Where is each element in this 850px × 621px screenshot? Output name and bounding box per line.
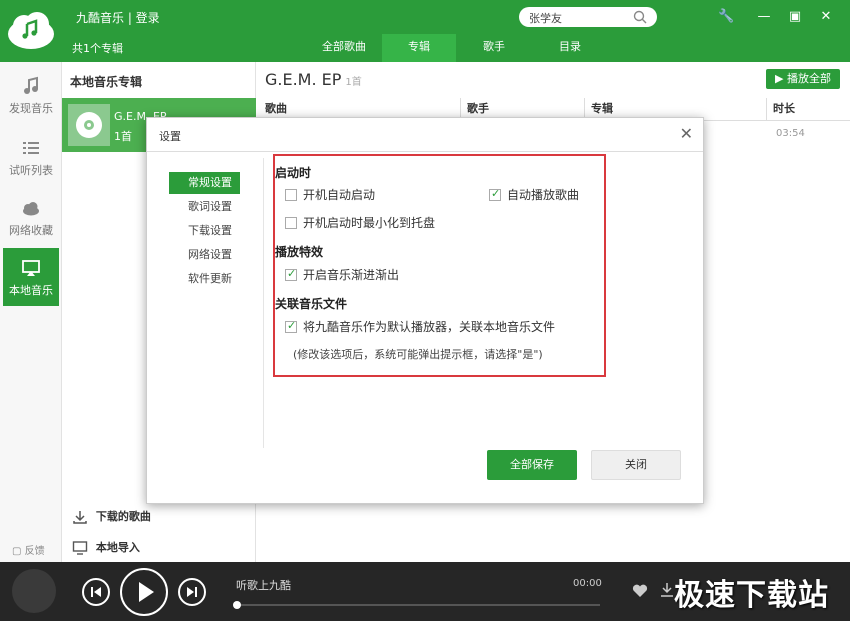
feedback-icon: ▢ — [12, 546, 22, 557]
section-title-startup: 启动时 — [275, 166, 312, 180]
section-title-effects: 播放特效 — [275, 245, 324, 259]
checkbox-checked[interactable] — [285, 319, 297, 333]
local-import-label: 本地导入 — [95, 541, 140, 554]
fade-label: 开启音乐渐进渐出 — [303, 268, 400, 282]
previous-button[interactable] — [82, 578, 110, 606]
search-input[interactable]: 张学友 — [519, 7, 657, 27]
dialog-nav-update[interactable]: 软件更新 — [169, 268, 240, 290]
play-all-button[interactable]: ▶ 播放全部 — [766, 69, 840, 89]
current-time: 00:00 — [573, 578, 602, 589]
sidebar-item-label: 发现音乐 — [9, 102, 53, 115]
next-icon — [187, 587, 197, 597]
previous-icon — [91, 587, 101, 597]
album-cover-icon — [68, 104, 110, 146]
auto-start-label: 开机自动启动 — [303, 188, 376, 202]
downloaded-label: 下载的歌曲 — [95, 510, 151, 523]
search-value: 张学友 — [529, 12, 562, 25]
download-icon[interactable] — [660, 582, 674, 598]
search-icon[interactable] — [633, 10, 647, 24]
sidebar-item-label: 试听列表 — [9, 164, 53, 177]
minimize-tray-label: 开机启动时最小化到托盘 — [303, 216, 436, 230]
dialog-divider — [263, 158, 264, 448]
auto-start-checkbox[interactable]: 开机自动启动 — [285, 186, 375, 203]
page-title: G.E.M. EP 1首 — [265, 70, 362, 89]
tab-album[interactable]: 专辑 — [382, 34, 456, 62]
album-subtitle: 1首 — [345, 77, 362, 88]
dialog-nav-download[interactable]: 下载设置 — [169, 220, 240, 242]
section-title-assoc: 关联音乐文件 — [275, 297, 348, 311]
list-icon — [23, 142, 39, 154]
now-playing-title: 听歌上九酷 — [236, 579, 291, 592]
heart-icon[interactable] — [632, 584, 648, 598]
sidebar-item-label: 本地音乐 — [9, 284, 53, 297]
checkbox-unchecked[interactable] — [285, 217, 297, 229]
auto-play-checkbox[interactable]: 自动播放歌曲 — [489, 186, 579, 203]
tab-singer[interactable]: 歌手 — [462, 34, 526, 62]
play-icon — [139, 582, 154, 602]
sidebar-item-discover[interactable]: 发现音乐 — [3, 66, 59, 124]
dialog-header: 设置 ✕ — [147, 118, 703, 152]
settings-dialog: 设置 ✕ 常规设置 歌词设置 下载设置 网络设置 软件更新 启动时 开机自动启动… — [146, 117, 704, 504]
music-note-icon — [24, 76, 38, 94]
login-link[interactable]: 九酷音乐 | 登录 — [76, 9, 160, 26]
album-count: 共1个专辑 — [72, 42, 123, 55]
monitor-icon — [22, 260, 40, 276]
sidebar-item-favorites[interactable]: 网络收藏 — [3, 188, 59, 246]
dialog-close-icon[interactable]: ✕ — [680, 124, 693, 143]
save-all-button[interactable]: 全部保存 — [487, 450, 577, 480]
album-song-count: 1首 — [114, 130, 132, 143]
next-button[interactable] — [178, 578, 206, 606]
dialog-nav-general[interactable]: 常规设置 — [169, 172, 240, 194]
fade-checkbox[interactable]: 开启音乐渐进渐出 — [285, 266, 399, 283]
sidebar-item-playlist[interactable]: 试听列表 — [3, 128, 59, 186]
close-button[interactable]: 关闭 — [591, 450, 681, 480]
checkbox-checked[interactable] — [285, 267, 297, 281]
downloaded-songs-link[interactable]: 下载的歌曲 — [72, 508, 151, 525]
settings-wrench-icon[interactable]: 🔧 — [718, 9, 734, 25]
col-header-duration[interactable]: 时长 — [766, 98, 850, 120]
cloud-icon — [23, 202, 39, 216]
feedback-link[interactable]: ▢ 反馈 — [12, 542, 45, 557]
watermark: 极速下载站 — [674, 578, 829, 613]
top-bar: 九酷音乐 | 登录 共1个专辑 张学友 🔧 — ▣ ✕ 全部歌曲 专辑 歌手 目… — [0, 0, 850, 62]
left-sidebar: 发现音乐 试听列表 网络收藏 本地音乐 ▢ 反馈 — [0, 62, 62, 562]
player-bar: 听歌上九酷 00:00 极速下载站 — [0, 562, 850, 621]
song-duration: 03:54 — [776, 128, 805, 139]
progress-handle[interactable] — [233, 601, 241, 609]
play-button[interactable] — [120, 568, 168, 616]
tab-catalog[interactable]: 目录 — [538, 34, 602, 62]
app-logo-icon[interactable] — [6, 6, 56, 56]
album-panel-title: 本地音乐专辑 — [70, 75, 143, 89]
progress-bar[interactable] — [236, 604, 600, 606]
sidebar-item-label: 网络收藏 — [9, 224, 53, 237]
minimize-tray-checkbox[interactable]: 开机启动时最小化到托盘 — [285, 214, 435, 231]
monitor-icon — [72, 541, 88, 555]
sidebar-item-local-music[interactable]: 本地音乐 — [3, 248, 59, 306]
dialog-nav-lyrics[interactable]: 歌词设置 — [169, 196, 240, 218]
default-player-label: 将九酷音乐作为默认播放器，关联本地音乐文件 — [303, 320, 556, 334]
disc-icon[interactable] — [12, 569, 56, 613]
tab-all-songs[interactable]: 全部歌曲 — [312, 34, 376, 62]
close-icon[interactable]: ✕ — [818, 9, 834, 25]
dialog-nav-network[interactable]: 网络设置 — [169, 244, 240, 266]
download-icon — [73, 511, 87, 524]
restore-icon[interactable]: ▣ — [787, 9, 803, 25]
auto-play-label: 自动播放歌曲 — [507, 188, 580, 202]
default-player-checkbox[interactable]: 将九酷音乐作为默认播放器，关联本地音乐文件 — [285, 318, 555, 335]
feedback-label: 反馈 — [24, 546, 45, 557]
assoc-note: (修改该选项后，系统可能弹出提示框，请选择"是") — [293, 348, 543, 361]
checkbox-checked[interactable] — [489, 187, 501, 201]
minimize-icon[interactable]: — — [756, 9, 772, 25]
local-import-link[interactable]: 本地导入 — [72, 539, 140, 556]
dialog-title: 设置 — [159, 130, 181, 143]
album-title: G.E.M. EP — [265, 70, 342, 89]
checkbox-unchecked[interactable] — [285, 189, 297, 201]
